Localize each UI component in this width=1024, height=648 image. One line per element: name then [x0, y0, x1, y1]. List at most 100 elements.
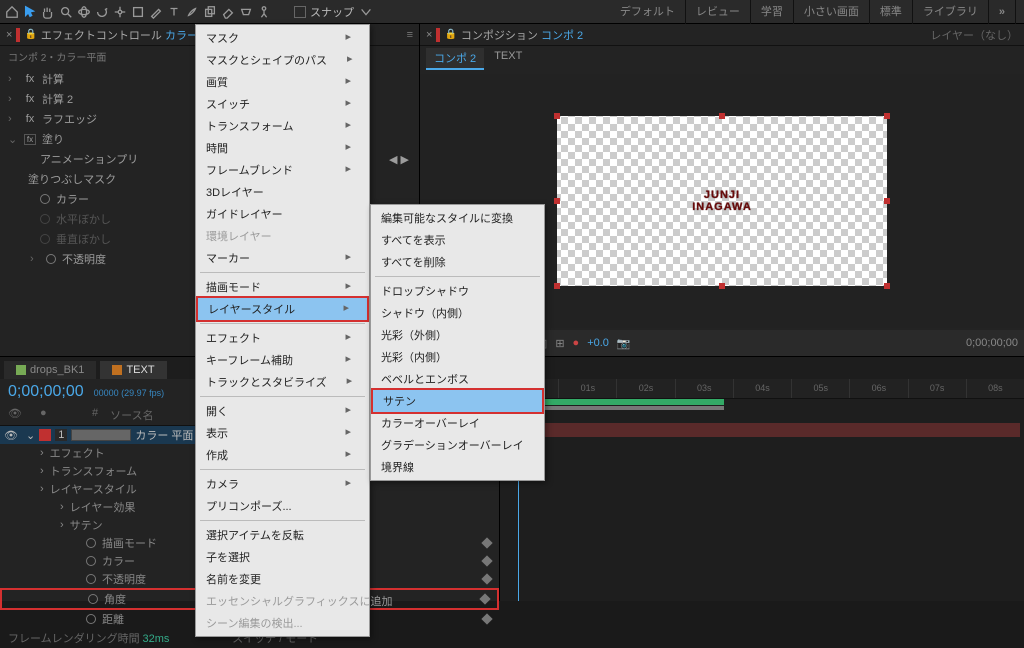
menu-item[interactable]: マーカー▸	[196, 247, 369, 269]
tab-text[interactable]: TEXT	[486, 48, 530, 70]
menu-item[interactable]: すべてを削除	[371, 251, 544, 273]
timeline-right[interactable]: 01s02s03s04s05s06s07s08s	[500, 379, 1024, 601]
stopwatch-icon	[88, 594, 98, 604]
comp-tabs: コンポ 2 TEXT	[420, 46, 1024, 72]
timecode-sub: 00000 (29.97 fps)	[94, 388, 165, 398]
menu-item[interactable]: ドロップシャドウ	[371, 280, 544, 302]
menu-item[interactable]: 描画モード▸	[196, 276, 369, 298]
workspace-learn[interactable]: 学習	[751, 0, 794, 24]
menu-item[interactable]: 表示▸	[196, 422, 369, 444]
lock-icon[interactable]: 🔒	[444, 29, 456, 40]
menu-item[interactable]: トランスフォーム▸	[196, 115, 369, 137]
menu-item[interactable]: キーフレーム補助▸	[196, 349, 369, 371]
channel-icon[interactable]: ●	[573, 337, 580, 349]
ruler-tick: 07s	[908, 379, 966, 398]
workspace-library[interactable]: ライブラリ	[913, 0, 989, 24]
menu-item[interactable]: 選択アイテムを反転	[196, 524, 369, 546]
close-tab-icon[interactable]: ×	[6, 29, 12, 41]
selection-tool-icon[interactable]	[22, 4, 38, 20]
menu-item[interactable]: サテン	[371, 388, 544, 414]
workspace-more-icon[interactable]: »	[989, 0, 1016, 24]
menu-item[interactable]: ベベルとエンボス	[371, 368, 544, 390]
menu-item[interactable]: マスク▸	[196, 27, 369, 49]
menu-item[interactable]: フレームブレンド▸	[196, 159, 369, 181]
menu-item[interactable]: 画質▸	[196, 71, 369, 93]
workspace-standard[interactable]: 標準	[870, 0, 913, 24]
pen-tool-icon[interactable]	[148, 4, 164, 20]
menu-item[interactable]: 名前を変更	[196, 568, 369, 590]
zoom-tool-icon[interactable]	[58, 4, 74, 20]
menu-item[interactable]: 光彩（内側）	[371, 346, 544, 368]
text-tool-icon[interactable]	[166, 4, 182, 20]
keyframe-nav-icon	[481, 537, 492, 548]
canvas[interactable]: JUNJI INAGAWA	[557, 116, 887, 286]
resize-handle[interactable]	[884, 113, 890, 119]
timecode[interactable]: 0;00;00;00	[8, 383, 84, 401]
resize-handle[interactable]	[554, 113, 560, 119]
menu-item[interactable]: カラーオーバーレイ	[371, 412, 544, 434]
eraser-tool-icon[interactable]	[220, 4, 236, 20]
viewer-tc[interactable]: 0;00;00;00	[966, 337, 1018, 349]
resize-handle[interactable]	[884, 283, 890, 289]
ruler-tick: 02s	[616, 379, 674, 398]
clone-tool-icon[interactable]	[202, 4, 218, 20]
snapshot-icon[interactable]: 📷	[617, 337, 631, 350]
menu-item[interactable]: すべてを表示	[371, 229, 544, 251]
time-ruler: 01s02s03s04s05s06s07s08s	[500, 379, 1024, 399]
work-area-bar	[514, 399, 724, 405]
menu-item[interactable]: カメラ▸	[196, 473, 369, 495]
top-toolbar: スナップ デフォルト レビュー 学習 小さい画面 標準 ライブラリ »	[0, 0, 1024, 24]
menu-item[interactable]: グラデーションオーバーレイ	[371, 434, 544, 456]
ruler-tick: 08s	[966, 379, 1024, 398]
menu-item[interactable]: 作成▸	[196, 444, 369, 466]
stopwatch-icon	[86, 574, 96, 584]
menu-item[interactable]: シャドウ（内側）	[371, 302, 544, 324]
menu-item[interactable]: 開く▸	[196, 400, 369, 422]
canvas-text: JUNJI INAGAWA	[557, 116, 887, 286]
menu-item[interactable]: ガイドレイヤー	[196, 203, 369, 225]
snap-label: スナップ	[310, 4, 354, 20]
rect-tool-icon[interactable]	[130, 4, 146, 20]
panel-menu-icon[interactable]: ≡	[407, 29, 413, 41]
menu-item[interactable]: スイッチ▸	[196, 93, 369, 115]
workspace-review[interactable]: レビュー	[686, 0, 751, 24]
keyframe-nav-icon	[481, 555, 492, 566]
workspace-default[interactable]: デフォルト	[610, 0, 686, 24]
menu-item[interactable]: 編集可能なスタイルに変換	[371, 207, 544, 229]
menu-item[interactable]: 子を選択	[196, 546, 369, 568]
snap-checkbox[interactable]	[294, 6, 306, 18]
resize-handle[interactable]	[719, 283, 725, 289]
menu-item[interactable]: 3Dレイヤー	[196, 181, 369, 203]
puppet-tool-icon[interactable]	[256, 4, 272, 20]
roto-tool-icon[interactable]	[238, 4, 254, 20]
exposure[interactable]: +0.0	[587, 337, 609, 349]
workspace-tabs: デフォルト レビュー 学習 小さい画面 標準 ライブラリ »	[610, 0, 1016, 24]
menu-item[interactable]: トラックとスタビライズ▸	[196, 371, 369, 393]
close-tab-icon[interactable]: ×	[426, 29, 432, 41]
resize-handle[interactable]	[719, 113, 725, 119]
tab-comp2[interactable]: コンポ 2	[426, 48, 484, 70]
menu-item[interactable]: レイヤースタイル▸	[196, 296, 369, 322]
anchor-tool-icon[interactable]	[112, 4, 128, 20]
workspace-small[interactable]: 小さい画面	[794, 0, 870, 24]
resize-handle[interactable]	[554, 198, 560, 204]
menu-item[interactable]: 境界線	[371, 456, 544, 478]
menu-item[interactable]: 時間▸	[196, 137, 369, 159]
guide-icon[interactable]: ⊞	[555, 337, 564, 350]
resize-handle[interactable]	[554, 283, 560, 289]
menu-item[interactable]: プリコンポーズ...	[196, 495, 369, 517]
layer-context-menu: マスク▸マスクとシェイプのパス▸画質▸スイッチ▸トランスフォーム▸時間▸フレーム…	[195, 24, 370, 637]
hand-tool-icon[interactable]	[40, 4, 56, 20]
brush-tool-icon[interactable]	[184, 4, 200, 20]
resize-handle[interactable]	[884, 198, 890, 204]
lock-icon[interactable]: 🔒	[24, 29, 36, 40]
menu-item[interactable]: エフェクト▸	[196, 327, 369, 349]
menu-item[interactable]: 光彩（外側）	[371, 324, 544, 346]
rotate-tool-icon[interactable]	[94, 4, 110, 20]
home-icon[interactable]	[4, 4, 20, 20]
snap-opt-icon[interactable]	[358, 4, 374, 20]
orbit-tool-icon[interactable]	[76, 4, 92, 20]
menu-item[interactable]: マスクとシェイプのパス▸	[196, 49, 369, 71]
keyframe-nav-icon	[481, 613, 492, 624]
stopwatch-icon	[46, 254, 56, 264]
